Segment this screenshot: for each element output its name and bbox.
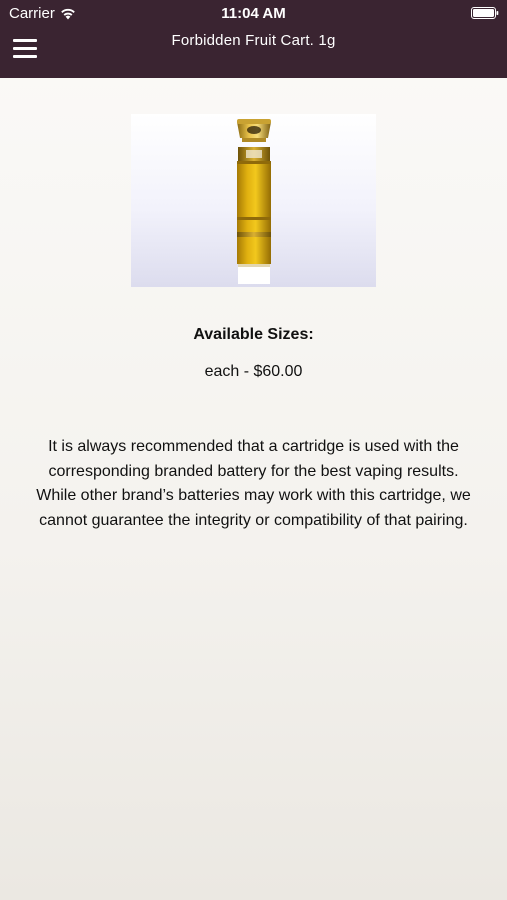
- product-description: It is always recommended that a cartridg…: [36, 438, 471, 529]
- available-sizes-heading: Available Sizes:: [193, 326, 314, 343]
- page-title: Forbidden Fruit Cart. 1g: [171, 32, 336, 49]
- status-time: 11:04 AM: [221, 5, 286, 22]
- navigation-bar: Forbidden Fruit Cart. 1g: [0, 26, 507, 78]
- hamburger-menu-icon[interactable]: [8, 30, 42, 64]
- battery-icon: [471, 7, 499, 19]
- size-price-row: each - $60.00: [204, 363, 303, 380]
- status-bar: Carrier 11:04 AM: [0, 0, 507, 26]
- cartridge-image: [131, 114, 376, 287]
- app-header: Carrier 11:04 AM Forbidden Fruit Cart. 1…: [0, 0, 507, 78]
